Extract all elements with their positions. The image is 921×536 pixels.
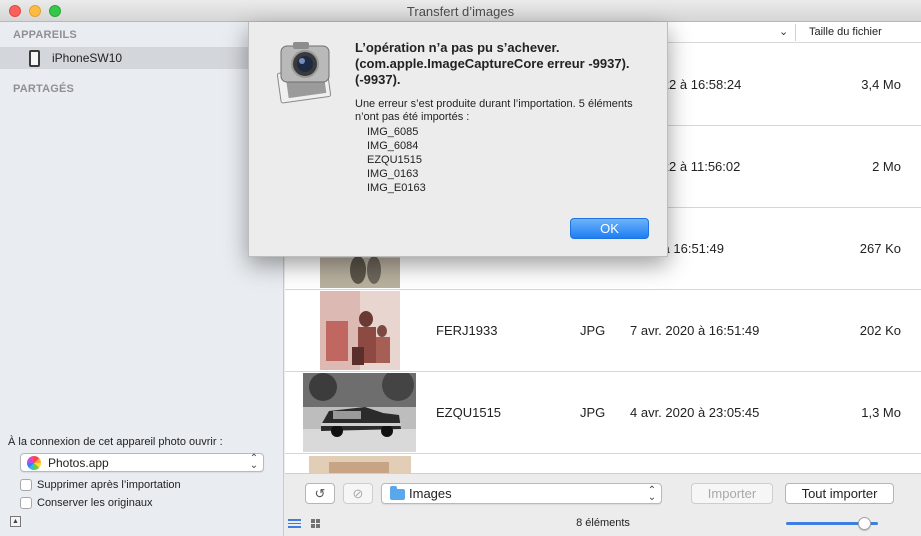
sidebar: APPAREILS iPhoneSW10 PARTAGÉS À la conne… (0, 22, 284, 536)
failed-file-item: IMG_6084 (367, 140, 419, 152)
row-date: 4 avr. 2020 à 23:05:45 (630, 405, 760, 420)
item-count: 8 éléments (576, 517, 630, 529)
window-title: Transfert d’images (406, 4, 515, 19)
delete-button[interactable]: ⊘ (343, 483, 373, 504)
devices-header: APPAREILS (13, 29, 77, 41)
iphone-icon (29, 50, 40, 67)
folder-icon (390, 486, 405, 500)
dialog-message: Une erreur s’est produite durant l’impor… (355, 98, 633, 123)
error-dialog: L’opération n’a pas pu s’achever. (com.a… (248, 22, 668, 257)
row-size: 267 Ko (859, 241, 901, 256)
photo-thumbnail (320, 291, 400, 370)
sidebar-toggle-icon[interactable]: ▲ (10, 516, 21, 527)
checkbox-box[interactable] (20, 497, 32, 510)
popup-arrows-icon: ⌃ ⌄ (249, 453, 259, 471)
grid-view-icon[interactable] (311, 519, 320, 528)
ok-button[interactable]: OK (570, 218, 649, 239)
column-size-header[interactable]: Taille du fichier (809, 26, 882, 38)
open-app-popup[interactable]: Photos.app ⌃ ⌄ (20, 453, 264, 472)
failed-files-list: IMG_6085 IMG_6084 EZQU1515 IMG_0163 IMG_… (367, 125, 426, 195)
photo-thumbnail (309, 456, 411, 473)
table-row[interactable]: FERJ1933 JPG 7 avr. 2020 à 16:51:49 202 … (285, 290, 921, 372)
dialog-title: L’opération n’a pas pu s’achever. (com.a… (355, 40, 630, 87)
import-destination-value: Images (409, 486, 452, 501)
sidebar-item-device[interactable]: iPhoneSW10 (0, 47, 283, 69)
table-row[interactable]: EZQU1515 JPG 4 avr. 2020 à 23:05:45 1,3 … (285, 372, 921, 454)
bottom-toolbar: ↺ ⊘ Images ⌃ ⌄ Importer Tout importer 8 é… (285, 473, 921, 536)
row-size: 1,3 Mo (861, 405, 901, 420)
row-date: 7 avr. 2020 à 16:51:49 (630, 323, 760, 338)
keep-originals-label: Conserver les originaux (37, 497, 153, 509)
photos-app-icon (27, 456, 41, 470)
title-bar: Transfert d’images (0, 0, 921, 22)
chevron-down-icon[interactable]: ⌄ (779, 25, 788, 38)
failed-file-item: IMG_6085 (367, 126, 419, 138)
image-capture-camera-icon (276, 42, 332, 104)
row-name: EZQU1515 (436, 405, 502, 420)
popup-arrows-icon: ⌃ ⌄ (647, 485, 657, 503)
list-view-icon[interactable] (288, 519, 301, 528)
delete-after-import-label: Supprimer après l’importation (37, 479, 181, 491)
delete-after-import-checkbox[interactable]: Supprimer après l’importation (20, 479, 181, 492)
device-name: iPhoneSW10 (52, 51, 123, 65)
row-type: JPG (580, 405, 606, 420)
row-name: FERJ1933 (436, 323, 498, 338)
import-destination-popup[interactable]: Images ⌃ ⌄ (381, 483, 662, 504)
checkbox-box[interactable] (20, 479, 32, 492)
failed-file-item: EZQU1515 (367, 154, 423, 166)
photo-thumbnail (303, 373, 416, 452)
table-row[interactable] (285, 454, 921, 473)
keep-originals-checkbox[interactable]: Conserver les originaux (20, 497, 153, 510)
row-size: 2 Mo (872, 159, 901, 174)
open-app-label: À la connexion de cet appareil photo ouv… (8, 436, 223, 448)
column-divider[interactable] (795, 24, 796, 41)
open-app-value: Photos.app (48, 456, 109, 470)
import-button[interactable]: Importer (691, 483, 773, 504)
delete-circle-icon: ⊘ (352, 486, 364, 501)
shared-header: PARTAGÉS (13, 83, 75, 95)
failed-file-item: IMG_0163 (367, 168, 419, 180)
import-all-button[interactable]: Tout importer (785, 483, 894, 504)
row-size: 3,4 Mo (861, 77, 901, 92)
row-size: 202 Ko (859, 323, 901, 338)
failed-file-item: IMG_E0163 (367, 182, 426, 194)
row-type: JPG (580, 323, 606, 338)
view-switcher (285, 473, 345, 536)
